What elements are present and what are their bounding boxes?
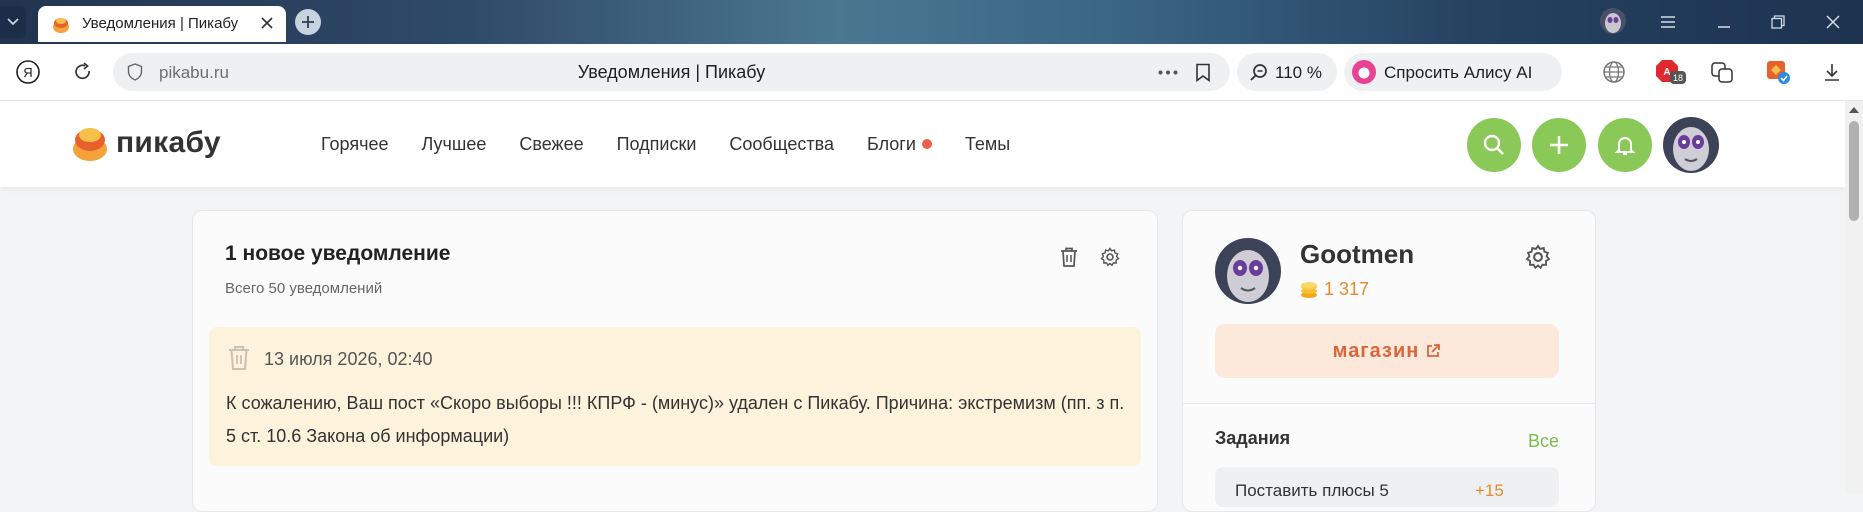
- nav-topics[interactable]: Темы: [965, 134, 1010, 155]
- face-avatar-icon: [1215, 238, 1281, 304]
- trash-icon: [1061, 247, 1077, 267]
- reload-icon[interactable]: [69, 58, 97, 86]
- yandex-icon[interactable]: Я: [14, 58, 42, 86]
- bell-icon: [1614, 137, 1636, 155]
- task-reward: +15: [1475, 481, 1504, 500]
- trash-icon[interactable]: [227, 345, 251, 371]
- download-icon[interactable]: [1818, 58, 1846, 86]
- nav-fresh[interactable]: Свежее: [519, 134, 583, 155]
- svg-text:Я: Я: [23, 65, 32, 80]
- shop-button[interactable]: магазин: [1215, 324, 1559, 378]
- search-button[interactable]: [1467, 118, 1521, 172]
- tasks-title: Задания: [1215, 428, 1291, 448]
- site-header: пикабу Горячее Лучшее Свежее Подписки Со…: [0, 101, 1845, 187]
- nav-hot[interactable]: Горячее: [321, 134, 389, 155]
- zoom-icon: [1250, 64, 1267, 81]
- tasks-all-link[interactable]: Все: [1528, 431, 1559, 452]
- nav-blogs-label: Блоги: [866, 134, 916, 154]
- globe-icon[interactable]: [1600, 58, 1628, 86]
- new-tab-button[interactable]: [295, 9, 321, 35]
- notifications-title: 1 новое уведомление: [225, 242, 451, 265]
- coins-icon: [1301, 281, 1317, 298]
- notification-item: 13 июля 2026, 02:40 К сожалению, Ваш пос…: [209, 327, 1141, 466]
- notification-text: К сожалению, Ваш пост «Скоро выборы !!! …: [226, 393, 1125, 446]
- face-avatar-icon: [1663, 117, 1719, 173]
- coins-value: 1 317: [1324, 279, 1370, 299]
- notifications-card: 1 новое уведомление Всего 50 уведомлений…: [192, 210, 1158, 512]
- minimize-icon[interactable]: [1712, 10, 1736, 34]
- shop-label: магазин: [1332, 339, 1420, 362]
- zoom-value: 110 %: [1275, 63, 1322, 82]
- alice-label: Спросить Алису AI: [1384, 63, 1533, 82]
- svg-text:A: A: [1663, 67, 1670, 78]
- translate-extension-icon[interactable]: [1708, 58, 1736, 86]
- chevron-down-icon: [7, 18, 19, 26]
- address-page-title: Уведомления | Пикабу: [577, 62, 766, 82]
- new-indicator-dot: [921, 139, 932, 149]
- delete-all-button[interactable]: [1057, 245, 1081, 269]
- page-scrollbar[interactable]: [1845, 101, 1863, 493]
- nav-best[interactable]: Лучшее: [422, 134, 487, 155]
- plus-icon: [302, 16, 314, 28]
- logo-text: пикабу: [116, 126, 221, 159]
- scrollbar-thumb[interactable]: [1849, 121, 1859, 221]
- bookmark-icon[interactable]: [1195, 63, 1211, 82]
- nav-subscriptions[interactable]: Подписки: [617, 134, 697, 155]
- tab-list-button[interactable]: [0, 6, 26, 38]
- nav-communities[interactable]: Сообщества: [729, 134, 834, 155]
- zoom-indicator[interactable]: 110 %: [1237, 53, 1337, 91]
- browser-tab-strip: Уведомления | Пикабу: [0, 0, 1863, 44]
- site-logo[interactable]: пикабу: [72, 123, 221, 163]
- gear-icon: [1100, 247, 1120, 267]
- profile-coins: 1 317: [1300, 279, 1369, 300]
- profile-card: Gootmen 1 317 магазин Задания Все Постав…: [1182, 210, 1596, 512]
- nav-blogs[interactable]: Блоги: [866, 134, 932, 155]
- adblock-extension-icon[interactable]: A 18: [1655, 58, 1689, 86]
- notifications-button[interactable]: [1598, 118, 1652, 172]
- task-text: Поставить плюсы 5: [1235, 481, 1389, 500]
- browser-tab-active[interactable]: Уведомления | Пикабу: [38, 6, 286, 42]
- pikabu-logo-icon: [73, 128, 107, 161]
- notification-date: 13 июля 2026, 02:40: [264, 349, 433, 369]
- main-nav: Горячее Лучшее Свежее Подписки Сообществ…: [321, 134, 1043, 155]
- user-avatar[interactable]: [1663, 117, 1719, 173]
- scroll-up-arrow-icon[interactable]: [1849, 107, 1859, 113]
- task-item[interactable]: Поставить плюсы 5 +15: [1215, 467, 1559, 507]
- browser-toolbar: Я pikabu.ru Уведомления | Пикабу 110 % С…: [0, 44, 1863, 101]
- more-dots-icon[interactable]: [1158, 70, 1178, 75]
- notifications-subtitle: Всего 50 уведомлений: [225, 280, 383, 297]
- profile-avatar-small[interactable]: [1600, 8, 1626, 34]
- add-post-button[interactable]: [1532, 118, 1586, 172]
- restore-icon[interactable]: [1766, 10, 1790, 34]
- address-bar[interactable]: pikabu.ru Уведомления | Пикабу: [113, 53, 1230, 91]
- ask-alice-button[interactable]: Спросить Алису AI: [1344, 53, 1562, 91]
- extension-check-icon[interactable]: [1764, 58, 1792, 86]
- tab-title: Уведомления | Пикабу: [82, 15, 239, 32]
- alice-icon: [1352, 60, 1376, 84]
- close-window-icon[interactable]: [1821, 10, 1845, 34]
- face-avatar-icon: [1600, 8, 1626, 34]
- pikabu-favicon-icon: [53, 18, 69, 33]
- profile-avatar[interactable]: [1215, 238, 1281, 304]
- extension-badge: 18: [1673, 73, 1683, 83]
- menu-icon[interactable]: [1656, 10, 1680, 34]
- profile-name[interactable]: Gootmen: [1300, 239, 1414, 270]
- card-divider: [1183, 403, 1595, 404]
- search-icon: [1483, 134, 1504, 155]
- plus-icon: [1550, 136, 1568, 154]
- gear-icon[interactable]: [1525, 244, 1551, 270]
- close-icon[interactable]: [258, 14, 276, 32]
- external-link-icon: [1427, 344, 1441, 357]
- notification-settings-button[interactable]: [1098, 245, 1122, 269]
